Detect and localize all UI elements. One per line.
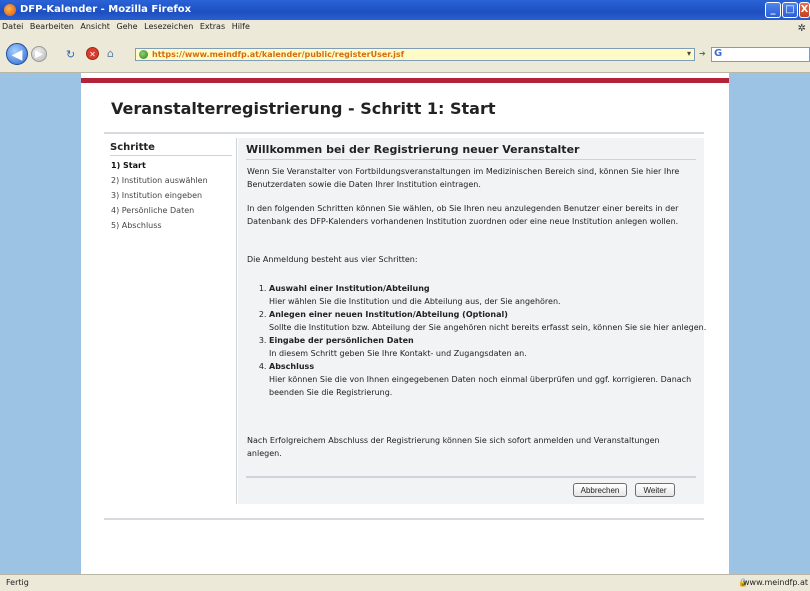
reload-icon[interactable]: ↻	[66, 48, 75, 61]
close-button[interactable]: X	[799, 2, 810, 18]
stop-icon[interactable]: ✕	[86, 47, 99, 60]
list-item: Abschluss Hier können Sie die von Ihnen …	[269, 360, 709, 399]
back-icon[interactable]: ◀	[6, 43, 28, 65]
list-item: Eingabe der persönlichen Daten In diesem…	[269, 334, 709, 360]
search-input[interactable]: G	[711, 47, 810, 62]
steps-list: Auswahl einer Institution/Abteilung Hier…	[247, 282, 709, 399]
window-title: DFP-Kalender - Mozilla Firefox	[20, 4, 192, 15]
footer-divider	[104, 518, 704, 520]
closing-paragraph: Nach Erfolgreichem Abschluss der Registr…	[247, 436, 660, 458]
minimize-button[interactable]: _	[765, 2, 781, 18]
menu-bar: Datei Bearbeiten Ansicht Gehe Lesezeiche…	[0, 20, 810, 34]
list-item-title: Eingabe der persönlichen Daten	[269, 336, 414, 345]
status-domain: www.meindfp.at	[743, 578, 808, 587]
list-item-title: Abschluss	[269, 362, 315, 371]
chevron-down-icon[interactable]: ▾	[687, 49, 691, 58]
sidebar-step-finish: 5) Abschluss	[111, 221, 162, 230]
list-item-title: Anlegen einer neuen Institution/Abteilun…	[269, 310, 508, 319]
forward-icon[interactable]: ▶	[31, 46, 47, 62]
navigation-toolbar: ◀ ▶ ↻ ✕ ⌂ https://www.meindfp.at/kalende…	[0, 34, 810, 73]
divider	[246, 476, 696, 478]
sidebar-step-start: 1) Start	[111, 161, 146, 170]
sidebar-step-institution-enter: 3) Institution eingeben	[111, 191, 203, 200]
list-item: Auswahl einer Institution/Abteilung Hier…	[269, 282, 709, 308]
welcome-heading: Willkommen bei der Registrierung neuer V…	[246, 143, 696, 160]
home-icon[interactable]: ⌂	[107, 47, 114, 60]
steps-count-paragraph: Die Anmeldung besteht aus vier Schritten…	[247, 255, 418, 264]
list-item-text: Hier wählen Sie die Institution und die …	[269, 297, 561, 306]
firefox-icon	[4, 4, 16, 16]
next-button[interactable]: Weiter	[635, 483, 675, 497]
search-engine-icon[interactable]: G	[714, 48, 722, 59]
menu-gehe[interactable]: Gehe	[116, 20, 137, 34]
intro-paragraph: Wenn Sie Veranstalter von Fortbildungsve…	[247, 167, 680, 189]
list-item-text: Hier können Sie die von Ihnen eingegeben…	[269, 375, 692, 397]
list-item-title: Auswahl einer Institution/Abteilung	[269, 284, 430, 293]
main-content: Willkommen bei der Registrierung neuer V…	[238, 138, 706, 504]
sidebar-step-personal-data: 4) Persönliche Daten	[111, 206, 195, 215]
list-item-text: In diesem Schritt geben Sie Ihre Kontakt…	[269, 349, 527, 358]
go-icon[interactable]: ➔	[699, 49, 706, 58]
menu-extras[interactable]: Extras	[200, 20, 225, 34]
list-item-text: Sollte die Institution bzw. Abteilung de…	[269, 323, 707, 332]
menu-datei[interactable]: Datei	[2, 20, 23, 34]
maximize-button[interactable]: □	[782, 2, 798, 18]
menu-ansicht[interactable]: Ansicht	[80, 20, 110, 34]
list-item: Anlegen einer neuen Institution/Abteilun…	[269, 308, 709, 334]
menu-bearbeiten[interactable]: Bearbeiten	[30, 20, 74, 34]
sidebar-step-institution-select: 2) Institution auswählen	[111, 176, 208, 185]
window-titlebar: DFP-Kalender - Mozilla Firefox _ □ X	[0, 0, 810, 20]
cancel-button[interactable]: Abbrechen	[573, 483, 627, 497]
menu-hilfe[interactable]: Hilfe	[232, 20, 250, 34]
menu-lesezeichen[interactable]: Lesezeichen	[144, 20, 193, 34]
site-identity-icon[interactable]	[139, 50, 148, 59]
url-text[interactable]: https://www.meindfp.at/kalender/public/r…	[152, 50, 404, 59]
accent-bar	[81, 78, 729, 83]
steps-heading: Schritte	[110, 142, 232, 156]
page-title: Veranstalterregistrierung - Schritt 1: S…	[111, 99, 496, 118]
steps-sidebar: Schritte 1) Start 2) Institution auswähl…	[104, 138, 237, 504]
steps-explanation-paragraph: In den folgenden Schritten können Sie wä…	[247, 204, 679, 226]
url-bar[interactable]: https://www.meindfp.at/kalender/public/r…	[135, 48, 695, 61]
status-bar: Fertig 🔒 www.meindfp.at	[0, 574, 810, 591]
status-text: Fertig	[6, 578, 29, 587]
